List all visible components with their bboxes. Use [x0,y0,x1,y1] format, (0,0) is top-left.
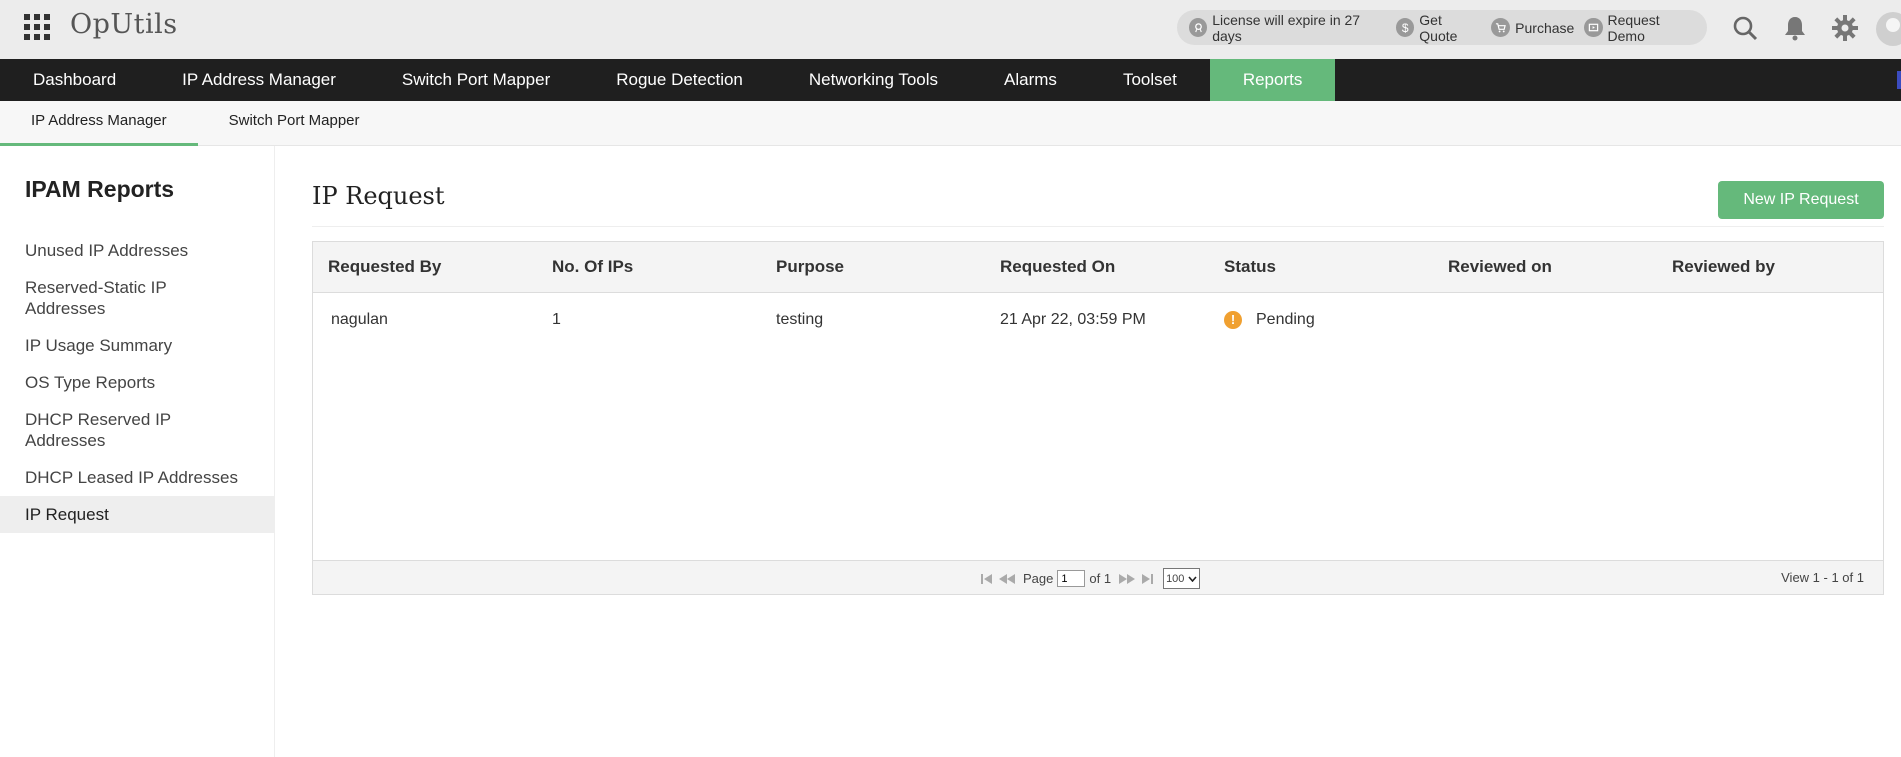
nav-dashboard[interactable]: Dashboard [0,59,149,101]
user-avatar[interactable] [1876,12,1901,46]
search-icon[interactable] [1730,13,1760,43]
cell-status: ! Pending [1209,293,1433,346]
app-logo[interactable]: OpUtils [70,9,178,40]
page-size-value: 100 [1166,572,1185,585]
gear-icon[interactable] [1830,13,1860,43]
license-icon [1189,18,1208,37]
license-text: License will expire in 27 days [1212,11,1361,44]
sidebar-item-unused-ip[interactable]: Unused IP Addresses [0,232,275,269]
cart-icon [1491,18,1511,37]
nav-rogue-detection[interactable]: Rogue Detection [583,59,776,101]
top-header: OpUtils License will expire in 27 days $… [0,0,1901,59]
subnav-switch-port-mapper[interactable]: Switch Port Mapper [198,101,391,146]
ip-request-table: Requested By No. Of IPs Purpose Requeste… [312,241,1884,595]
cell-num-ips: 1 [552,310,561,328]
sidebar-item-os-type-reports[interactable]: OS Type Reports [0,364,275,401]
nav-reports[interactable]: Reports [1209,59,1336,101]
sidebar-title: IPAM Reports [25,176,175,202]
page-size-select[interactable]: 100 [1163,568,1201,589]
next-page-icon[interactable] [1117,570,1137,588]
main-nav: Dashboard IP Address Manager Switch Port… [0,59,1901,101]
prev-page-icon[interactable] [997,570,1017,588]
column-reviewed-on[interactable]: Reviewed on [1433,242,1657,292]
view-count-text: View 1 - 1 of 1 [1781,570,1864,585]
title-divider [312,226,1884,227]
bell-icon[interactable] [1780,13,1810,43]
cell-reviewed-on [1433,293,1657,346]
purchase-link[interactable]: Purchase [1491,18,1574,37]
table-pager: Page of 1 100 View 1 - 1 of 1 [313,560,1883,594]
sidebar-item-ip-usage-summary[interactable]: IP Usage Summary [0,327,275,364]
license-bar: License will expire in 27 days $ Get Quo… [1177,10,1707,45]
column-status[interactable]: Status [1209,242,1433,292]
page-number-input[interactable] [1057,570,1086,587]
nav-toolset[interactable]: Toolset [1090,59,1210,101]
column-requested-on[interactable]: Requested On [985,242,1209,292]
sidebar-item-reserved-static[interactable]: Reserved-Static IP Addresses [0,269,275,327]
status-text: Pending [1256,310,1315,328]
sub-nav: IP Address Manager Switch Port Mapper [0,101,1901,146]
page-title: IP Request [312,182,445,210]
column-num-ips[interactable]: No. Of IPs [537,242,761,292]
nav-networking-tools[interactable]: Networking Tools [776,59,971,101]
chevron-down-icon [1188,575,1198,582]
request-demo-label: Request Demo [1607,11,1660,44]
column-reviewed-by[interactable]: Reviewed by [1657,242,1881,292]
nav-ip-address-manager[interactable]: IP Address Manager [149,59,369,101]
cell-requested-on: 21 Apr 22, 03:59 PM [1000,310,1146,328]
get-quote-link[interactable]: $ Get Quote [1396,12,1481,44]
first-page-icon[interactable] [977,570,997,588]
table-header: Requested By No. Of IPs Purpose Requeste… [313,242,1883,293]
table-row[interactable]: nagulan 1 testing 21 Apr 22, 03:59 PM ! … [313,293,1883,346]
cell-requested-by: nagulan [331,310,388,328]
sidebar-list: Unused IP Addresses Reserved-Static IP A… [0,232,275,533]
cell-reviewed-by [1657,293,1881,346]
page-of-label: of 1 [1089,571,1112,586]
sidebar-item-dhcp-reserved[interactable]: DHCP Reserved IP Addresses [0,401,275,459]
last-page-icon[interactable] [1137,570,1157,588]
new-ip-request-button[interactable]: New IP Request [1718,181,1884,219]
cell-purpose: testing [776,310,824,328]
nav-switch-port-mapper[interactable]: Switch Port Mapper [369,59,583,101]
purchase-label: Purchase [1515,19,1575,36]
column-requested-by[interactable]: Requested By [313,242,537,292]
sidebar-item-ip-request[interactable]: IP Request [0,496,275,533]
nav-more-handle[interactable] [1897,71,1901,89]
subnav-ip-address-manager[interactable]: IP Address Manager [0,101,198,146]
pager-controls: Page of 1 100 [977,568,1201,589]
get-quote-label: Get Quote [1419,11,1458,44]
apps-grid-icon[interactable] [24,14,50,40]
request-demo-link[interactable]: Request Demo [1584,12,1697,44]
pending-warning-icon: ! [1224,310,1242,329]
sidebar-item-dhcp-leased[interactable]: DHCP Leased IP Addresses [0,459,275,496]
license-status[interactable]: License will expire in 27 days [1189,12,1386,44]
page-label: Page [1023,571,1054,586]
demo-icon [1584,18,1603,37]
reports-sidebar: IPAM Reports Unused IP Addresses Reserve… [0,146,275,757]
dollar-icon: $ [1396,18,1415,37]
nav-alarms[interactable]: Alarms [971,59,1090,101]
column-purpose[interactable]: Purpose [761,242,985,292]
